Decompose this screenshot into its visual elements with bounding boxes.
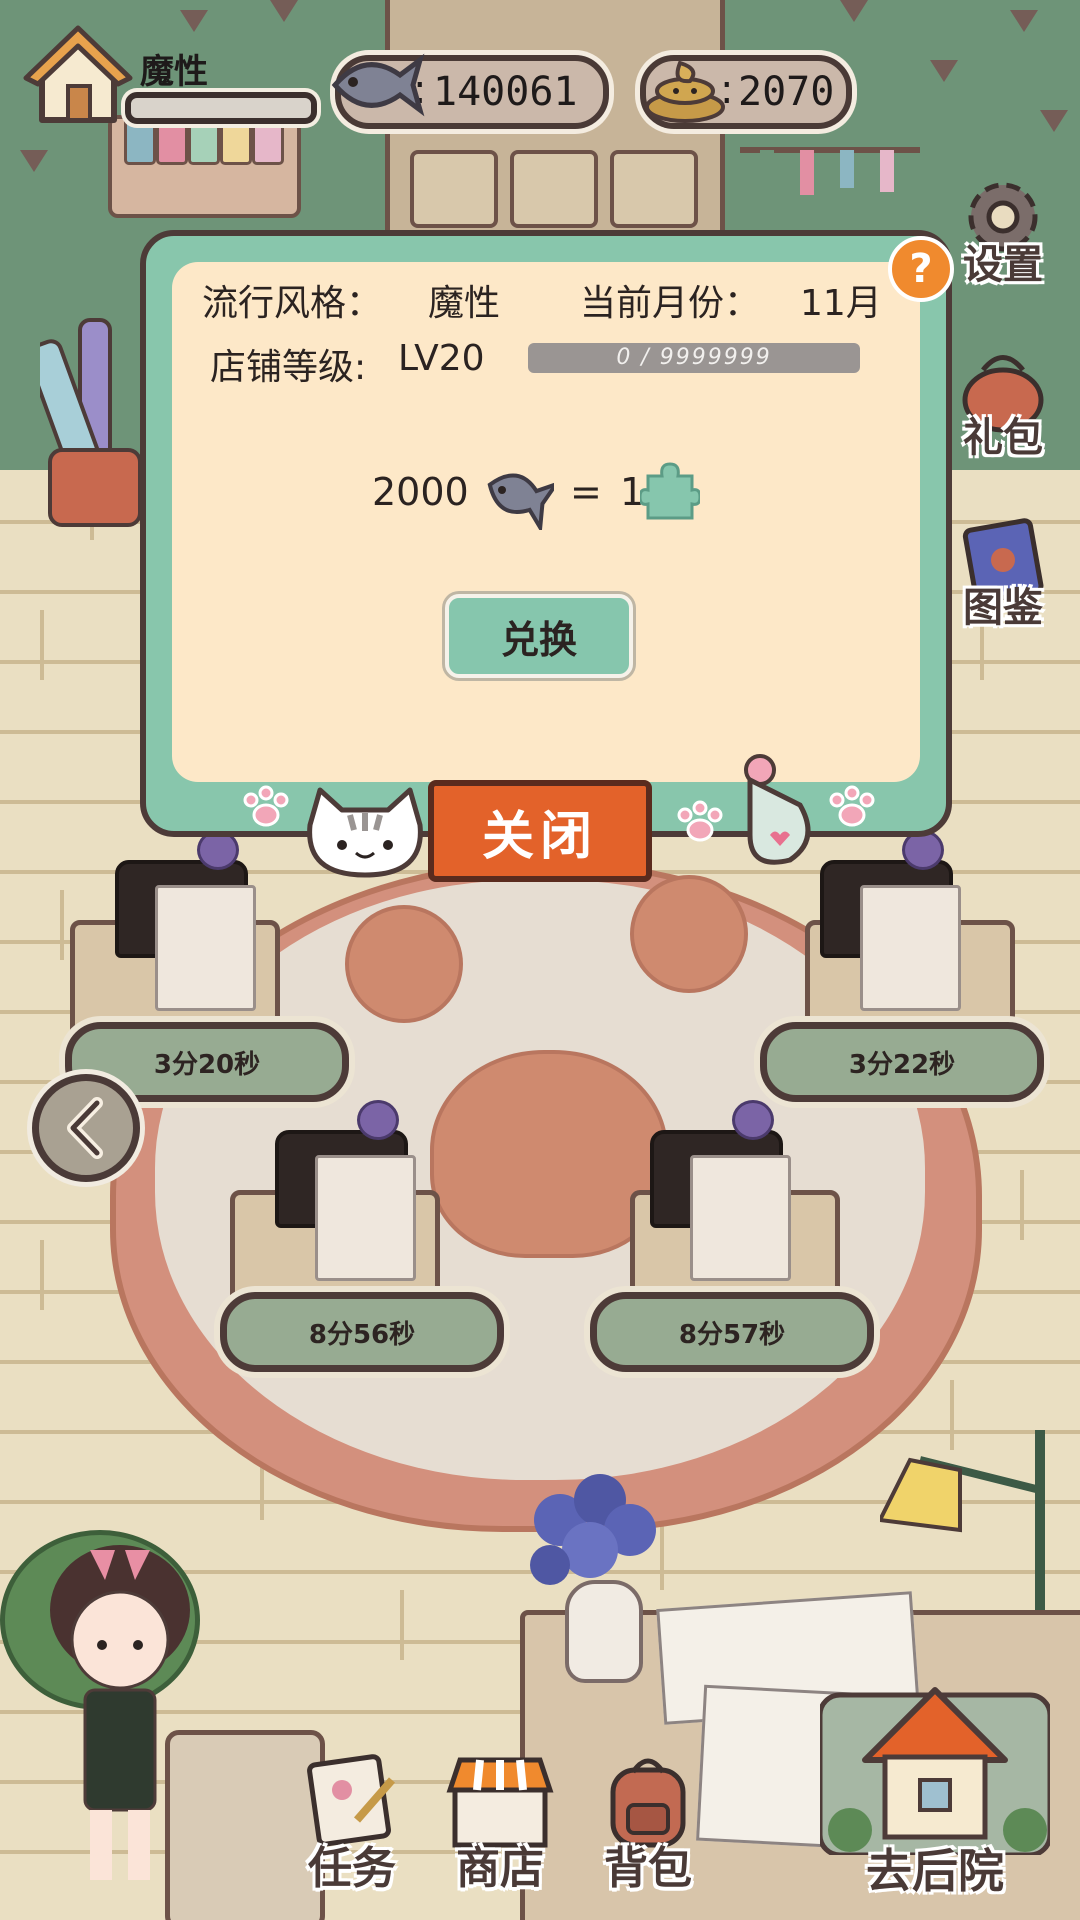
style-progress-bar [125,92,317,124]
paw-print-icon [829,785,875,827]
thread-spools [108,99,301,218]
hanging-ribbons [740,147,920,195]
shop-label: 商店 [456,1843,544,1894]
potion-bottle-icon [744,754,811,865]
popular-style-label: 流行风格： [202,283,383,324]
puzzle-piece-icon [640,462,700,520]
sewing-machine[interactable] [265,1100,435,1281]
backpack-label: 背包 [604,1843,692,1894]
vase [565,1580,643,1683]
exchange-button[interactable]: 兑换 [445,594,633,678]
tasks-button[interactable]: 任务 [292,1750,412,1900]
cat-face-icon [307,787,423,878]
fish-icon [487,473,554,530]
sewing-machine[interactable] [105,830,275,1011]
paw-print-icon [677,800,723,842]
settings-label: 设置 [963,242,1043,288]
backyard-button[interactable]: 去后院 [800,1665,1060,1905]
current-month-label: 当前月份： [580,283,761,324]
timer-station-4: 8分57秒 [590,1292,874,1372]
home-icon[interactable] [22,20,134,130]
fish-icon [331,53,425,117]
shop-level-value: LV20 [398,338,485,379]
settings-button[interactable]: 设置 [948,172,1058,290]
rug-paw-pad [630,875,748,993]
exchange-equals: = [570,470,602,514]
timer-station-3: 8分56秒 [220,1292,504,1372]
shop-button[interactable]: 商店 [440,1750,560,1900]
back-button[interactable] [32,1074,140,1182]
fabric-rolls [40,318,142,527]
rug-paw-pad [345,905,463,1023]
exchange-fish-amount: 2000 [372,470,469,514]
level-progress-bar: 0 / 9999999 [528,343,860,373]
backpack-button[interactable]: 背包 [588,1750,708,1900]
backyard-label: 去后院 [866,1844,1004,1898]
current-month-value: 11月 [800,283,882,324]
tasks-label: 任务 [308,1843,396,1894]
poop-count: 2070 [738,69,835,115]
current-style-name: 魔性 [140,52,208,92]
chevron-left-icon [67,1097,103,1159]
shop-level-label: 店铺等级: [210,347,367,388]
gift-pack-label: 礼包 [963,415,1043,461]
house-icon [820,1687,1050,1855]
poop-icon [645,60,725,123]
help-button[interactable]: ? [888,236,954,302]
paw-print-icon [243,785,289,827]
fish-count: 140061 [433,69,578,115]
sewing-machine[interactable] [640,1100,810,1281]
timer-station-2: 3分22秒 [760,1022,1044,1102]
catalog-button[interactable]: 图鉴 [948,515,1058,633]
gift-pack-button[interactable]: 礼包 [948,345,1058,463]
close-button[interactable]: 关闭 [428,780,652,882]
sewing-machine[interactable] [810,830,980,1011]
shop-girl-character[interactable] [40,1540,200,1900]
catalog-label: 图鉴 [963,585,1043,631]
popular-style-value: 魔性 [428,283,501,324]
